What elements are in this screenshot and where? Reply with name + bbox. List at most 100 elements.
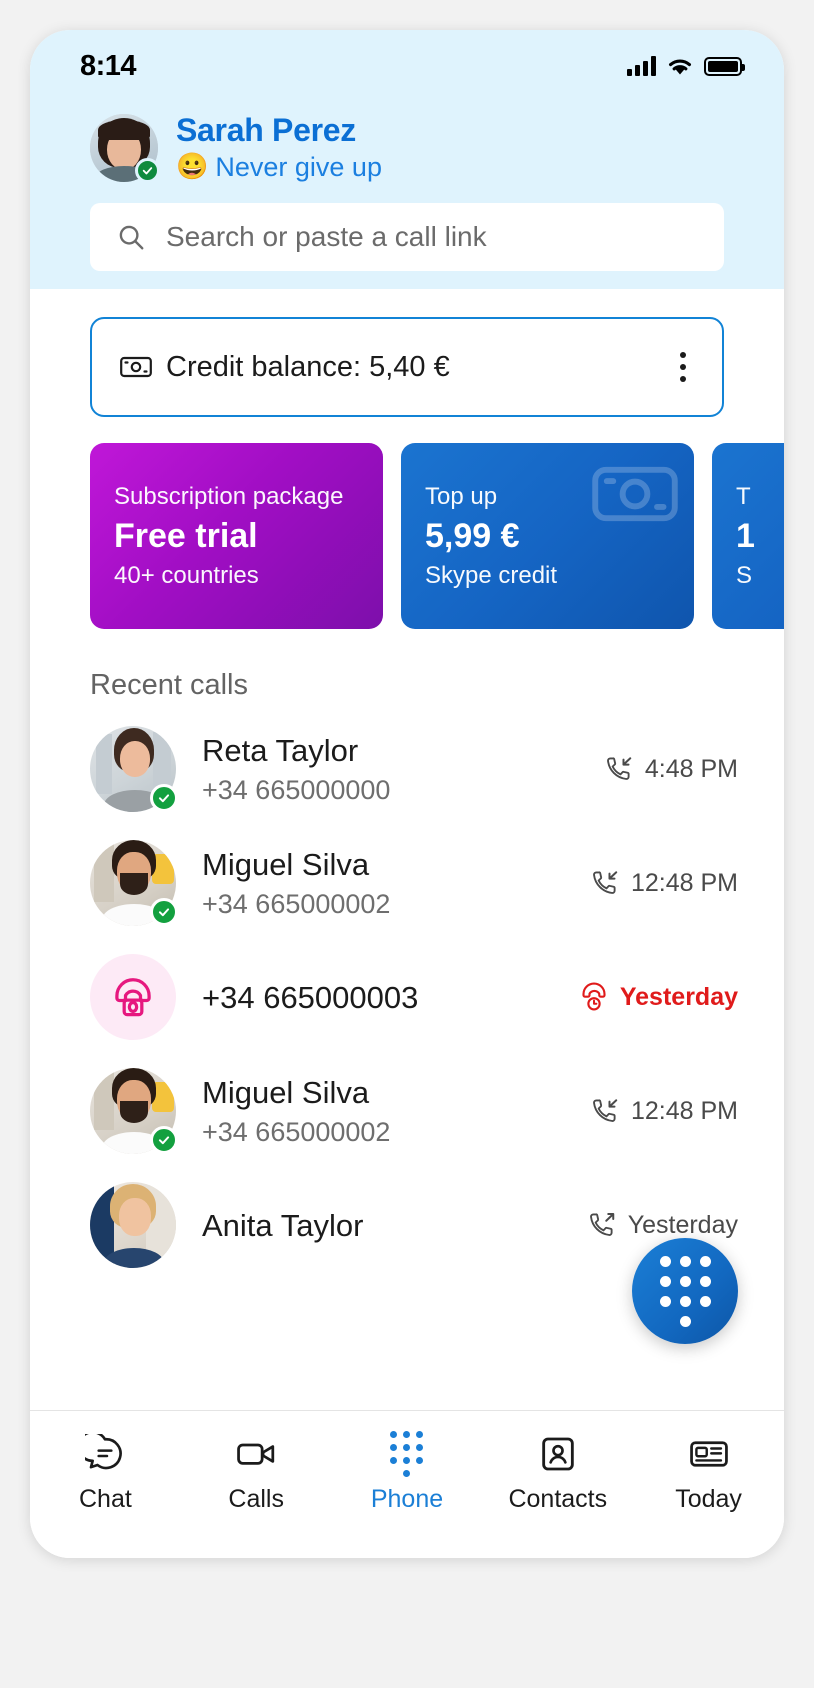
table-row[interactable]: Miguel Silva +34 665000002 12:48 PM xyxy=(30,826,784,940)
promo-card-bottom: Skype credit xyxy=(425,561,558,589)
main-content: Credit balance: 5,40 € Subscription pack… xyxy=(30,317,784,1283)
call-phone-number: +34 665000002 xyxy=(202,1116,391,1147)
call-meta: Yesterday xyxy=(587,1210,738,1240)
promo-card-topup[interactable]: Top up 5,99 € Skype credit xyxy=(401,443,694,630)
promo-card-bottom: 40+ countries xyxy=(114,561,259,589)
tab-label: Calls xyxy=(228,1485,284,1513)
search-icon xyxy=(119,225,144,250)
call-time: 4:48 PM xyxy=(644,754,738,783)
promo-card-top: Subscription package xyxy=(114,482,344,510)
app-header: 8:14 Sarah Perez 😀 Never give up Search … xyxy=(30,30,784,290)
call-row-info: Miguel Silva +34 665000002 xyxy=(202,1074,564,1148)
dialpad-fab-button[interactable] xyxy=(632,1238,738,1344)
mood-text: Never give up xyxy=(215,151,382,182)
presence-available-badge xyxy=(150,1126,178,1155)
promo-card-subscription[interactable]: Subscription package Free trial 40+ coun… xyxy=(90,443,383,630)
tab-calls[interactable]: Calls xyxy=(181,1433,332,1514)
more-vertical-icon[interactable] xyxy=(670,346,696,388)
call-row-info: +34 665000003 xyxy=(202,979,553,1016)
promo-card-third[interactable]: T 1 S xyxy=(712,443,784,630)
table-row[interactable]: Reta Taylor +34 665000000 4:48 PM xyxy=(30,712,784,826)
call-incoming-icon xyxy=(606,757,632,781)
call-time: Yesterday xyxy=(619,982,738,1011)
avatar[interactable] xyxy=(90,113,160,183)
profile-text: Sarah Perez 😀 Never give up xyxy=(176,112,382,183)
tab-label: Today xyxy=(675,1485,742,1513)
status-bar-icons xyxy=(627,56,745,77)
phone-frame: 8:14 Sarah Perez 😀 Never give up Search … xyxy=(30,30,784,1558)
dialpad-icon xyxy=(390,1431,424,1477)
call-missed-icon xyxy=(582,982,606,1011)
presence-available-badge xyxy=(150,898,178,927)
tab-label: Contacts xyxy=(508,1485,608,1513)
call-meta: 12:48 PM xyxy=(590,1096,738,1126)
tab-label: Chat xyxy=(78,1485,132,1513)
tab-phone[interactable]: Phone xyxy=(332,1431,483,1514)
wifi-icon xyxy=(669,59,691,74)
avatar[interactable] xyxy=(90,840,178,927)
call-phone-number: +34 665000002 xyxy=(202,888,391,919)
tab-today[interactable]: Today xyxy=(633,1433,784,1514)
status-bar-clock: 8:14 xyxy=(80,49,137,82)
tab-contacts[interactable]: Contacts xyxy=(482,1433,633,1514)
call-row-info: Reta Taylor +34 665000000 xyxy=(202,732,578,806)
promo-card-top: T xyxy=(736,482,751,510)
promo-card-middle: 1 xyxy=(736,516,755,555)
call-phone-number: +34 665000000 xyxy=(202,774,391,805)
credit-balance-card[interactable]: Credit balance: 5,40 € xyxy=(90,317,724,418)
presence-available-badge xyxy=(150,784,178,813)
call-outgoing-icon xyxy=(589,1213,614,1237)
call-contact-name: Miguel Silva xyxy=(202,847,370,883)
profile-mood: 😀 Never give up xyxy=(176,151,382,183)
search-input[interactable]: Search or paste a call link xyxy=(90,203,724,272)
cellular-signal-icon xyxy=(627,56,656,76)
avatar-image xyxy=(90,1182,176,1269)
promo-card-bottom: S xyxy=(736,561,753,589)
call-row-info: Anita Taylor xyxy=(202,1207,561,1244)
call-incoming-icon xyxy=(593,871,618,895)
bottom-tab-bar: Chat Calls Phone Contacts Today xyxy=(30,1410,784,1558)
table-row[interactable]: +34 665000003 Yesterday xyxy=(30,940,784,1054)
video-camera-icon xyxy=(235,1433,277,1475)
call-meta: Yesterday xyxy=(579,982,738,1012)
table-row[interactable]: Miguel Silva +34 665000002 12:48 PM xyxy=(30,1054,784,1168)
battery-full-icon xyxy=(704,56,745,76)
credit-balance-left: Credit balance: 5,40 € xyxy=(120,351,450,384)
promo-card-carousel[interactable]: Subscription package Free trial 40+ coun… xyxy=(30,443,784,630)
news-icon xyxy=(688,1433,730,1475)
dialpad-icon xyxy=(659,1255,711,1327)
search-placeholder: Search or paste a call link xyxy=(166,221,487,253)
promo-card-top: Top up xyxy=(425,482,498,510)
credit-balance-label: Credit balance: 5,40 € xyxy=(166,350,450,383)
mood-emoji: 😀 xyxy=(176,151,209,182)
chat-bubble-icon xyxy=(85,1433,125,1475)
profile-name: Sarah Perez xyxy=(176,112,356,148)
avatar[interactable] xyxy=(90,1182,176,1269)
tab-label: Phone xyxy=(370,1485,444,1513)
call-time: Yesterday xyxy=(627,1210,738,1239)
call-row-info: Miguel Silva +34 665000002 xyxy=(202,846,564,920)
avatar[interactable] xyxy=(90,1068,178,1155)
call-meta: 4:48 PM xyxy=(604,754,738,784)
profile-header[interactable]: Sarah Perez 😀 Never give up xyxy=(30,102,784,197)
call-contact-name: Miguel Silva xyxy=(202,1075,370,1111)
presence-available-badge xyxy=(135,157,160,183)
call-contact-name: Reta Taylor xyxy=(202,733,359,769)
promo-card-middle: Free trial xyxy=(114,516,258,555)
avatar[interactable] xyxy=(90,726,178,813)
call-incoming-icon xyxy=(593,1099,618,1123)
status-bar: 8:14 xyxy=(30,30,784,102)
call-time: 12:48 PM xyxy=(630,1096,738,1125)
recent-calls-list: Reta Taylor +34 665000000 4:48 PM Miguel… xyxy=(30,712,784,1282)
avatar[interactable] xyxy=(90,954,176,1041)
call-contact-name: Anita Taylor xyxy=(202,1207,364,1243)
banknote-icon xyxy=(120,357,152,378)
telephone-icon xyxy=(115,978,151,1017)
tab-chat[interactable]: Chat xyxy=(30,1433,181,1514)
call-phone-number: +34 665000003 xyxy=(202,979,419,1015)
call-time: 12:48 PM xyxy=(630,868,738,897)
recent-calls-title: Recent calls xyxy=(90,669,248,702)
phone-avatar-placeholder xyxy=(90,954,176,1041)
call-meta: 12:48 PM xyxy=(590,868,738,898)
contact-card-icon xyxy=(539,1433,577,1475)
